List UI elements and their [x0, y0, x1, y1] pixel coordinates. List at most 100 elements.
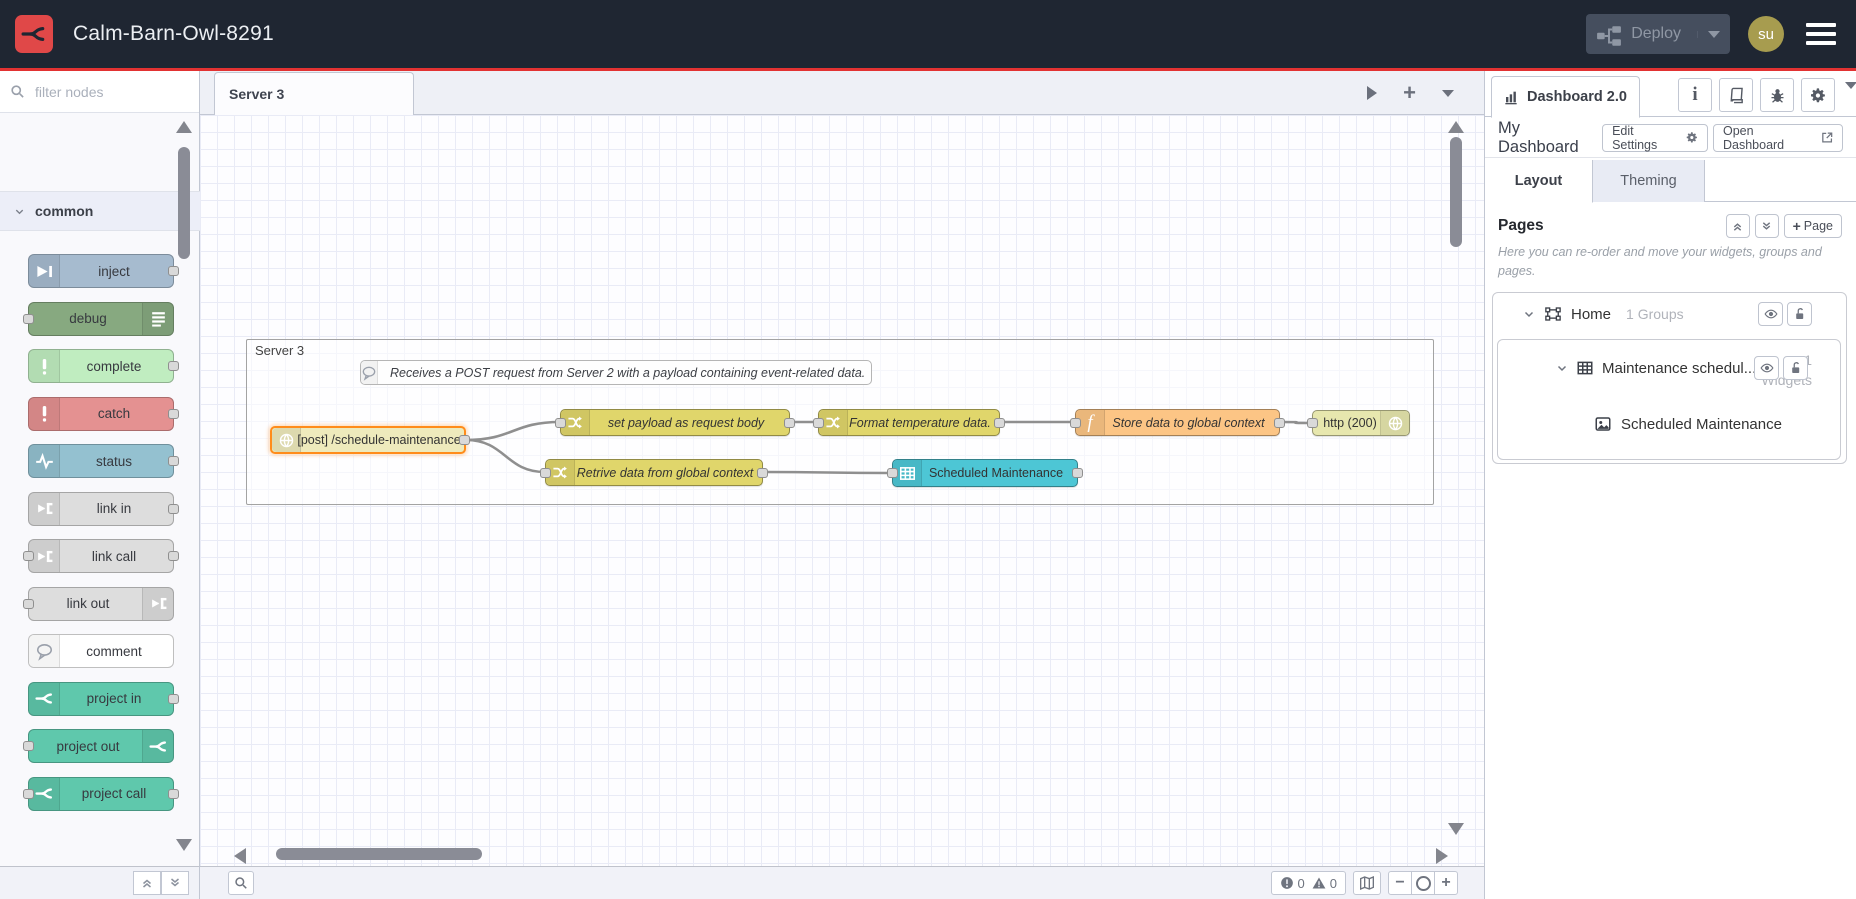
- input-port[interactable]: [23, 598, 34, 609]
- page-visibility-button[interactable]: [1758, 302, 1783, 326]
- input-port[interactable]: [813, 417, 824, 428]
- output-port[interactable]: [757, 467, 768, 478]
- input-port[interactable]: [23, 788, 34, 799]
- palette-node-status[interactable]: status: [28, 444, 179, 478]
- wire[interactable]: [465, 438, 546, 474]
- group-lock-button[interactable]: [1783, 356, 1808, 380]
- output-port[interactable]: [168, 551, 179, 561]
- info-sidebar-button[interactable]: i: [1678, 78, 1712, 112]
- palette-node-project-in[interactable]: project in: [28, 681, 179, 716]
- output-port[interactable]: [1274, 417, 1285, 428]
- output-port[interactable]: [784, 417, 795, 428]
- zoom-out-button[interactable]: −: [1388, 871, 1412, 895]
- input-port[interactable]: [555, 417, 566, 428]
- input-port[interactable]: [1307, 418, 1318, 428]
- palette-scroll-down-arrow[interactable]: [176, 839, 192, 851]
- tab-scroll-right-button[interactable]: [1367, 86, 1378, 100]
- flow-list-button[interactable]: [1442, 89, 1454, 97]
- notification-counts[interactable]: 0 0: [1270, 871, 1346, 895]
- collapse-pages-button[interactable]: [1725, 214, 1750, 238]
- palette-node-debug[interactable]: debug: [23, 301, 174, 336]
- edit-settings-button[interactable]: Edit Settings: [1602, 123, 1708, 152]
- output-port[interactable]: [168, 408, 179, 419]
- deploy-button[interactable]: Deploy: [1586, 14, 1730, 54]
- palette-node-project-call[interactable]: project call: [23, 776, 179, 811]
- input-port[interactable]: [23, 313, 34, 324]
- chevron-down-icon[interactable]: [1556, 362, 1568, 374]
- flow-node-http-in[interactable]: [post] /schedule-maintenance: [270, 426, 470, 454]
- input-port[interactable]: [23, 551, 34, 561]
- output-port[interactable]: [168, 788, 179, 799]
- output-port[interactable]: [168, 503, 179, 514]
- flow-tab-server3[interactable]: Server 3: [214, 72, 414, 115]
- canvas-scroll-left-arrow[interactable]: [234, 848, 246, 864]
- flow-node-change-1[interactable]: set payload as request body: [555, 409, 795, 436]
- help-sidebar-button[interactable]: [1719, 78, 1753, 112]
- palette-node-link-in[interactable]: link in: [28, 491, 179, 526]
- output-port[interactable]: [994, 417, 1005, 428]
- palette-node-complete[interactable]: complete: [28, 349, 179, 383]
- tab-theming[interactable]: Theming: [1593, 160, 1705, 202]
- sidebar-options-button[interactable]: [1845, 82, 1856, 107]
- tab-layout[interactable]: Layout: [1485, 160, 1593, 203]
- flow-node-ui-table[interactable]: Scheduled Maintenance: [887, 459, 1083, 487]
- user-avatar[interactable]: su: [1748, 16, 1784, 52]
- palette-node-link-out[interactable]: link out: [23, 586, 174, 621]
- chevron-down-icon[interactable]: [1523, 308, 1535, 320]
- output-port[interactable]: [168, 456, 179, 466]
- palette-node-comment[interactable]: comment: [28, 634, 174, 668]
- open-dashboard-button[interactable]: Open Dashboard: [1712, 123, 1843, 152]
- zoom-reset-button[interactable]: [1411, 871, 1435, 895]
- output-port[interactable]: [1072, 468, 1083, 478]
- output-port[interactable]: [168, 266, 179, 276]
- flow-node-change-3[interactable]: Retrive data from global context: [540, 459, 768, 486]
- debug-sidebar-button[interactable]: [1760, 78, 1794, 112]
- tab-dashboard-2[interactable]: Dashboard 2.0: [1491, 76, 1640, 118]
- flow-node-change-2[interactable]: Format temperature data.: [813, 409, 1005, 436]
- input-port[interactable]: [1070, 417, 1081, 428]
- group-row-maintenance[interactable]: Maintenance schedul... 1 Widgets: [1498, 340, 1840, 396]
- palette-scroll-area[interactable]: common inject debug complete catch statu…: [0, 113, 200, 833]
- palette-node-project-out[interactable]: project out: [23, 729, 174, 763]
- output-port[interactable]: [168, 361, 179, 371]
- deploy-options-button[interactable]: [1697, 30, 1720, 38]
- expand-pages-button[interactable]: [1754, 214, 1779, 238]
- navigator-map-button[interactable]: [1353, 871, 1381, 895]
- palette-node-inject[interactable]: inject: [28, 254, 179, 288]
- search-flows-button[interactable]: [228, 871, 254, 895]
- group-visibility-button[interactable]: [1754, 356, 1779, 380]
- output-port[interactable]: [459, 435, 470, 445]
- canvas-v-scrollbar-thumb[interactable]: [1450, 137, 1462, 247]
- page-lock-button[interactable]: [1787, 302, 1812, 326]
- comment-node[interactable]: Receives a POST request from Server 2 wi…: [360, 360, 872, 385]
- palette-node-catch[interactable]: catch: [28, 396, 179, 431]
- project-icon: [142, 730, 173, 762]
- canvas-scroll-up-arrow[interactable]: [1448, 121, 1464, 133]
- output-port[interactable]: [168, 693, 179, 704]
- widget-row-scheduled-maintenance[interactable]: Scheduled Maintenance: [1498, 404, 1840, 444]
- add-page-button[interactable]: + Page: [1783, 214, 1842, 238]
- flow-node-http-resp[interactable]: http (200): [1307, 410, 1410, 436]
- zoom-in-button[interactable]: +: [1434, 871, 1458, 895]
- canvas-h-scrollbar-thumb[interactable]: [276, 848, 482, 860]
- input-port[interactable]: [540, 467, 551, 478]
- main-menu-button[interactable]: [1802, 19, 1840, 49]
- wire[interactable]: [465, 420, 561, 442]
- config-nodes-button[interactable]: [1801, 78, 1835, 112]
- palette-scroll-up-arrow[interactable]: [176, 121, 192, 133]
- palette-collapse-all-button[interactable]: [133, 871, 161, 895]
- flow-node-function-1[interactable]: f Store data to global context: [1070, 409, 1285, 436]
- palette-filter-input[interactable]: [33, 82, 167, 101]
- canvas-scroll-right-arrow[interactable]: [1436, 848, 1448, 864]
- canvas-scroll-down-arrow[interactable]: [1448, 823, 1464, 835]
- add-flow-button[interactable]: +: [1403, 82, 1416, 104]
- palette-category-common[interactable]: common: [0, 191, 200, 231]
- page-row-home[interactable]: Home 1 Groups: [1493, 293, 1846, 335]
- wire[interactable]: [762, 470, 893, 475]
- palette-node-link-call[interactable]: link call: [23, 539, 179, 573]
- input-port[interactable]: [887, 468, 898, 478]
- palette-expand-all-button[interactable]: [161, 871, 189, 895]
- flow-canvas[interactable]: Server 3 [post] /schedule-maintenance se…: [200, 115, 1484, 866]
- input-port[interactable]: [23, 741, 34, 751]
- palette-scrollbar-thumb[interactable]: [178, 147, 190, 259]
